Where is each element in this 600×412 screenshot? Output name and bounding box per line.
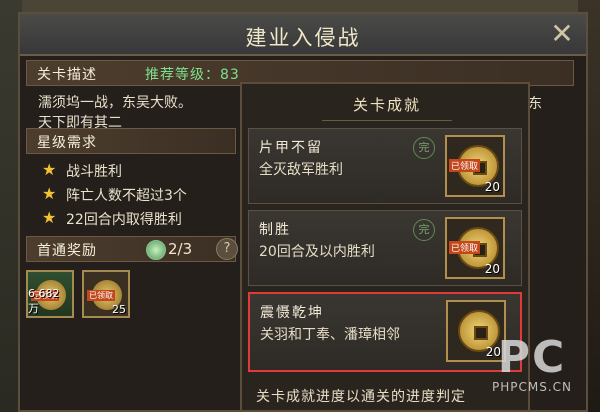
- watermark-logo: PC: [497, 332, 567, 383]
- claimed-tag: 已领取: [449, 159, 481, 172]
- reward-item-slot[interactable]: 已领取 6.682万: [26, 270, 74, 318]
- achievement-reward-qty: 20: [484, 262, 500, 276]
- reward-item-qty: 6.682万: [28, 287, 60, 315]
- watermark-url: PHPCMS.CN: [491, 380, 572, 394]
- dialog-titlebar: 建业入侵战 ✕: [20, 14, 586, 56]
- achievement-footer: 关卡成就进度以通关的进度判定: [256, 389, 466, 405]
- stars-label: 星级需求: [37, 135, 97, 151]
- achievement-card[interactable]: 片甲不留 全灭敌军胜利 完 已领取 20: [248, 128, 522, 204]
- achievement-desc: 20回合及以内胜利: [259, 244, 375, 260]
- achievement-desc: 全灭敌军胜利: [259, 162, 343, 178]
- achievement-reward-qty: 20: [484, 180, 500, 194]
- level-desc-line1-tail: 东: [528, 96, 542, 112]
- star-requirement-text: 阵亡人数不超过3个: [66, 188, 187, 204]
- stars-header: 星级需求: [26, 128, 236, 154]
- reward-progress-icon: [146, 240, 166, 260]
- reward-progress-count: 2/3: [168, 240, 193, 258]
- help-button[interactable]: ?: [216, 238, 238, 260]
- level-desc-label: 关卡描述: [37, 67, 97, 83]
- reward-item-slot[interactable]: 已领取 25: [82, 270, 130, 318]
- star-icon: ★: [42, 160, 57, 179]
- first-reward-label: 首通奖励: [37, 243, 97, 259]
- achievement-name: 片甲不留: [259, 140, 323, 156]
- achievement-card[interactable]: 制胜 20回合及以内胜利 完 已领取 20: [248, 210, 522, 286]
- claimed-tag: 已领取: [87, 290, 115, 301]
- achievement-reward-slot[interactable]: 已领取 20: [445, 217, 505, 279]
- achievement-card-highlighted[interactable]: 震慑乾坤 关羽和丁奉、潘璋相邻 20: [248, 292, 522, 372]
- achievement-name: 制胜: [259, 222, 291, 238]
- achievement-name: 震慑乾坤: [260, 305, 324, 321]
- star-icon: ★: [42, 184, 57, 203]
- achievement-reward-slot[interactable]: 已领取 20: [445, 135, 505, 197]
- completed-badge: 完: [413, 137, 435, 159]
- star-requirement-text: 战斗胜利: [66, 164, 122, 180]
- star-icon: ★: [42, 208, 57, 227]
- achievement-header: 关卡成就: [322, 94, 452, 121]
- watermark: PC PHPCMS.CN: [482, 332, 582, 395]
- claimed-tag: 已领取: [449, 241, 481, 254]
- dialog-title: 建业入侵战: [245, 26, 361, 50]
- achievement-desc: 关羽和丁奉、潘璋相邻: [260, 327, 400, 343]
- close-icon: ✕: [550, 17, 574, 50]
- reward-item-qty: 25: [112, 303, 126, 316]
- recommend-level: 推荐等级：83: [145, 67, 240, 83]
- close-button[interactable]: ✕: [548, 20, 576, 48]
- completed-badge: 完: [413, 219, 435, 241]
- star-requirement-text: 22回合内取得胜利: [66, 212, 182, 228]
- first-reward-header: 首通奖励: [26, 236, 236, 262]
